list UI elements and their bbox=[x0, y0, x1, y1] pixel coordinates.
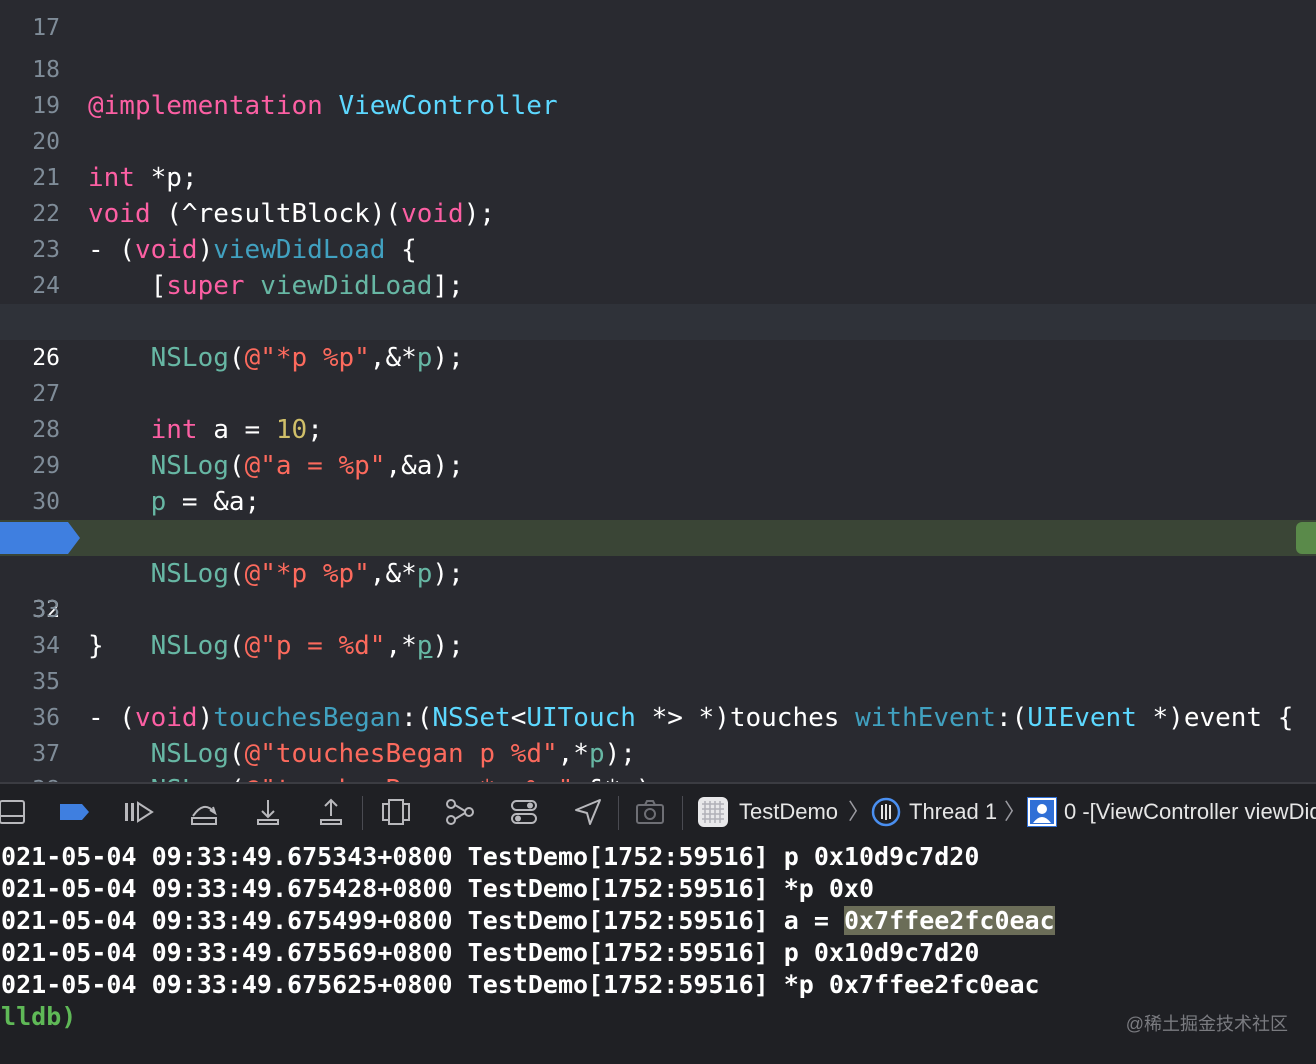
selected-text-highlight[interactable]: 0x7ffee2fc0eac bbox=[843, 906, 1055, 935]
step-into-icon[interactable] bbox=[252, 796, 284, 828]
code-text: NSLog(@"touchesBegan *p %p",&*p); bbox=[88, 772, 668, 782]
code-line-24[interactable]: 24 NSLog(@"p %p",&p); bbox=[0, 232, 1316, 337]
code-line-25[interactable]: 25 NSLog(@"*p %p",&*p); bbox=[0, 268, 1316, 373]
code-line-34[interactable]: 34 bbox=[0, 592, 1316, 659]
code-line-17[interactable]: 17 bbox=[0, 0, 1316, 41]
code-line-27[interactable]: 27 int a = 10; bbox=[0, 340, 1316, 445]
debug-toolbar: TestDemo 〉 Thread 1 〉 0 -[ViewController… bbox=[0, 782, 1316, 843]
breakpoints-toggle-icon[interactable] bbox=[58, 796, 90, 828]
line-number: 38 bbox=[0, 772, 60, 782]
code-line-21[interactable]: 21 void (^resultBlock)(void); bbox=[0, 124, 1316, 229]
code-line-32-execution[interactable]: 32 NSLog(@"p = %d",*p); bbox=[0, 520, 1316, 661]
view-hierarchy-icon[interactable] bbox=[380, 796, 412, 828]
camera-icon[interactable] bbox=[634, 796, 666, 828]
code-line-19[interactable]: 19 bbox=[0, 52, 1316, 119]
code-line-37[interactable]: 37 NSLog(@"touchesBegan *p %p",&*p); bbox=[0, 700, 1316, 782]
toolbar-divider bbox=[682, 796, 683, 830]
code-line-23[interactable]: 23 [super viewDidLoad]; bbox=[0, 196, 1316, 301]
breadcrumb-chevron-icon: 〉 bbox=[1004, 799, 1027, 824]
code-editor[interactable]: 17 18 @implementation ViewController 19 … bbox=[0, 0, 1316, 782]
continue-icon[interactable] bbox=[122, 796, 154, 828]
breadcrumb-thread[interactable]: Thread 1 bbox=[909, 794, 997, 830]
lldb-prompt[interactable]: (lldb) bbox=[0, 1001, 76, 1033]
code-line-26-current[interactable]: 26 bbox=[0, 304, 1316, 371]
console-line: 2021-05-04 09:33:49.675499+0800 TestDemo… bbox=[0, 906, 1055, 935]
code-line-28[interactable]: 28 NSLog(@"a = %p",&a); bbox=[0, 376, 1316, 481]
debug-console[interactable]: 2021-05-04 09:33:49.675343+0800 TestDemo… bbox=[0, 841, 1316, 1064]
program-counter-marker-icon[interactable] bbox=[0, 522, 80, 554]
toolbar-divider bbox=[362, 796, 363, 830]
code-line-20[interactable]: 20 int *p; bbox=[0, 88, 1316, 193]
code-line-30[interactable]: 30 NSLog(@"p %p",&p); bbox=[0, 448, 1316, 553]
console-line: 2021-05-04 09:33:49.675625+0800 TestDemo… bbox=[0, 970, 1040, 999]
thread-icon bbox=[871, 797, 901, 827]
code-line-31[interactable]: 31 NSLog(@"*p %p",&*p); bbox=[0, 484, 1316, 589]
environment-overrides-icon[interactable] bbox=[508, 796, 540, 828]
toolbar-divider bbox=[618, 796, 619, 830]
thread-indicator-badge[interactable] bbox=[1296, 522, 1316, 554]
console-line: 2021-05-04 09:33:49.675343+0800 TestDemo… bbox=[0, 842, 980, 871]
step-out-icon[interactable] bbox=[315, 796, 347, 828]
breadcrumb-app[interactable]: TestDemo bbox=[739, 794, 838, 830]
app-icon bbox=[698, 797, 728, 827]
code-line-22[interactable]: 22 - (void)viewDidLoad { bbox=[0, 160, 1316, 265]
simulate-location-icon[interactable] bbox=[572, 796, 604, 828]
watermark: @稀土掘金技术社区 bbox=[1125, 1014, 1288, 1034]
code-line-35[interactable]: 35 - (void)touchesBegan:(NSSet<UITouch *… bbox=[0, 628, 1316, 733]
breadcrumb-chevron-icon: 〉 bbox=[848, 799, 871, 824]
memory-graph-icon[interactable] bbox=[444, 796, 476, 828]
console-line: 2021-05-04 09:33:49.675569+0800 TestDemo… bbox=[0, 938, 980, 967]
breadcrumb-frame[interactable]: 0 -[ViewController viewDidLoad] bbox=[1064, 794, 1316, 830]
code-line-36[interactable]: 36 NSLog(@"touchesBegan p %d",*p); bbox=[0, 664, 1316, 769]
code-line-38[interactable]: 38 } bbox=[0, 736, 1316, 782]
code-line-33[interactable]: 33 } bbox=[0, 556, 1316, 661]
hide-debug-area-icon[interactable] bbox=[0, 796, 32, 828]
stack-frame-icon bbox=[1027, 797, 1057, 827]
step-over-icon[interactable] bbox=[188, 796, 220, 828]
code-line-18[interactable]: 18 @implementation ViewController bbox=[0, 16, 1316, 121]
code-line-29[interactable]: 29 p = &a; bbox=[0, 412, 1316, 517]
console-line: 2021-05-04 09:33:49.675428+0800 TestDemo… bbox=[0, 874, 875, 903]
